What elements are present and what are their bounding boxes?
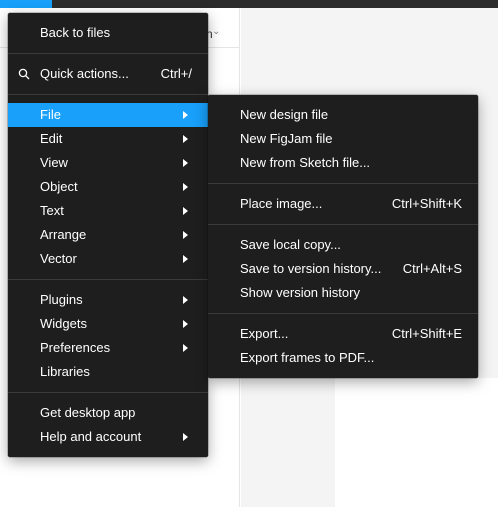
menu-item-export-frames-pdf[interactable]: Export frames to PDF... (208, 346, 478, 370)
menu-item-label: Get desktop app (40, 405, 136, 420)
menu-item-new-figjam-file[interactable]: New FigJam file (208, 127, 478, 151)
submenu-arrow-icon (183, 255, 188, 263)
menu-item-label: Arrange (40, 227, 87, 242)
menu-item-help-and-account[interactable]: Help and account (8, 425, 208, 449)
shortcut-label: Ctrl+Alt+S (402, 261, 462, 276)
shortcut-label: Ctrl+Shift+E (391, 326, 462, 341)
menu-item-label: Vector (40, 251, 77, 266)
menu-item-widgets[interactable]: Widgets (8, 312, 208, 336)
submenu-arrow-icon (183, 159, 188, 167)
menu-item-label: Back to files (40, 25, 111, 40)
menu-item-label: New FigJam file (240, 131, 333, 146)
submenu-arrow-icon (183, 296, 188, 304)
menu-item-label: New from Sketch file... (240, 155, 371, 170)
main-menu-button[interactable] (0, 0, 52, 8)
menu-item-label: Export... (240, 326, 289, 341)
menu-item-label: Quick actions... (40, 66, 129, 81)
submenu-arrow-icon (183, 320, 188, 328)
menu-item-quick-actions[interactable]: Quick actions... Ctrl+/ (8, 62, 208, 86)
menu-divider (208, 313, 478, 314)
menu-item-export[interactable]: Export... Ctrl+Shift+E (208, 322, 478, 346)
menu-item-label: New design file (240, 107, 329, 122)
menu-item-label: Place image... (240, 196, 323, 211)
menu-item-libraries[interactable]: Libraries (8, 360, 208, 384)
menu-item-vector[interactable]: Vector (8, 247, 208, 271)
menu-item-edit[interactable]: Edit (8, 127, 208, 151)
menu-item-save-to-version-history[interactable]: Save to version history... Ctrl+Alt+S (208, 257, 478, 281)
submenu-arrow-icon (183, 231, 188, 239)
menu-item-show-version-history[interactable]: Show version history (208, 281, 478, 305)
menu-item-preferences[interactable]: Preferences (8, 336, 208, 360)
menu-item-label: File (40, 107, 61, 122)
menu-item-label: Widgets (40, 316, 87, 331)
menu-item-back-to-files[interactable]: Back to files (8, 21, 208, 45)
menu-item-save-local-copy[interactable]: Save local copy... (208, 233, 478, 257)
menu-item-object[interactable]: Object (8, 175, 208, 199)
menu-divider (208, 224, 478, 225)
menu-item-file[interactable]: File (8, 103, 208, 127)
canvas-frame[interactable] (335, 378, 498, 507)
file-submenu: New design file New FigJam file New from… (208, 95, 478, 378)
menu-item-label: Text (40, 203, 64, 218)
menu-item-label: View (40, 155, 68, 170)
menu-item-arrange[interactable]: Arrange (8, 223, 208, 247)
menu-item-text[interactable]: Text (8, 199, 208, 223)
menu-item-label: Help and account (40, 429, 142, 444)
menu-item-view[interactable]: View (8, 151, 208, 175)
menu-item-new-design-file[interactable]: New design file (208, 103, 478, 127)
menu-divider (8, 53, 208, 54)
menu-item-label: Plugins (40, 292, 83, 307)
top-toolbar (0, 0, 498, 8)
shortcut-label: Ctrl+/ (160, 66, 192, 81)
menu-item-label: Save local copy... (240, 237, 341, 252)
menu-divider (8, 392, 208, 393)
menu-item-plugins[interactable]: Plugins (8, 288, 208, 312)
submenu-arrow-icon (183, 135, 188, 143)
chevron-down-icon[interactable]: ⌄ (212, 26, 220, 37)
menu-item-label: Show version history (240, 285, 360, 300)
menu-item-label: Save to version history... (240, 261, 382, 276)
search-icon (18, 68, 30, 80)
submenu-arrow-icon (183, 111, 188, 119)
menu-item-get-desktop-app[interactable]: Get desktop app (8, 401, 208, 425)
menu-item-label: Preferences (40, 340, 111, 355)
submenu-arrow-icon (183, 433, 188, 441)
main-menu: Back to files Quick actions... Ctrl+/ Fi… (8, 13, 208, 457)
submenu-arrow-icon (183, 344, 188, 352)
menu-divider (8, 94, 208, 95)
submenu-arrow-icon (183, 207, 188, 215)
menu-item-label: Object (40, 179, 78, 194)
menu-item-label: Libraries (40, 364, 90, 379)
menu-item-label: Export frames to PDF... (240, 350, 375, 365)
menu-divider (8, 279, 208, 280)
menu-item-place-image[interactable]: Place image... Ctrl+Shift+K (208, 192, 478, 216)
menu-divider (208, 183, 478, 184)
menu-item-new-from-sketch[interactable]: New from Sketch file... (208, 151, 478, 175)
submenu-arrow-icon (183, 183, 188, 191)
shortcut-label: Ctrl+Shift+K (391, 196, 462, 211)
menu-item-label: Edit (40, 131, 63, 146)
